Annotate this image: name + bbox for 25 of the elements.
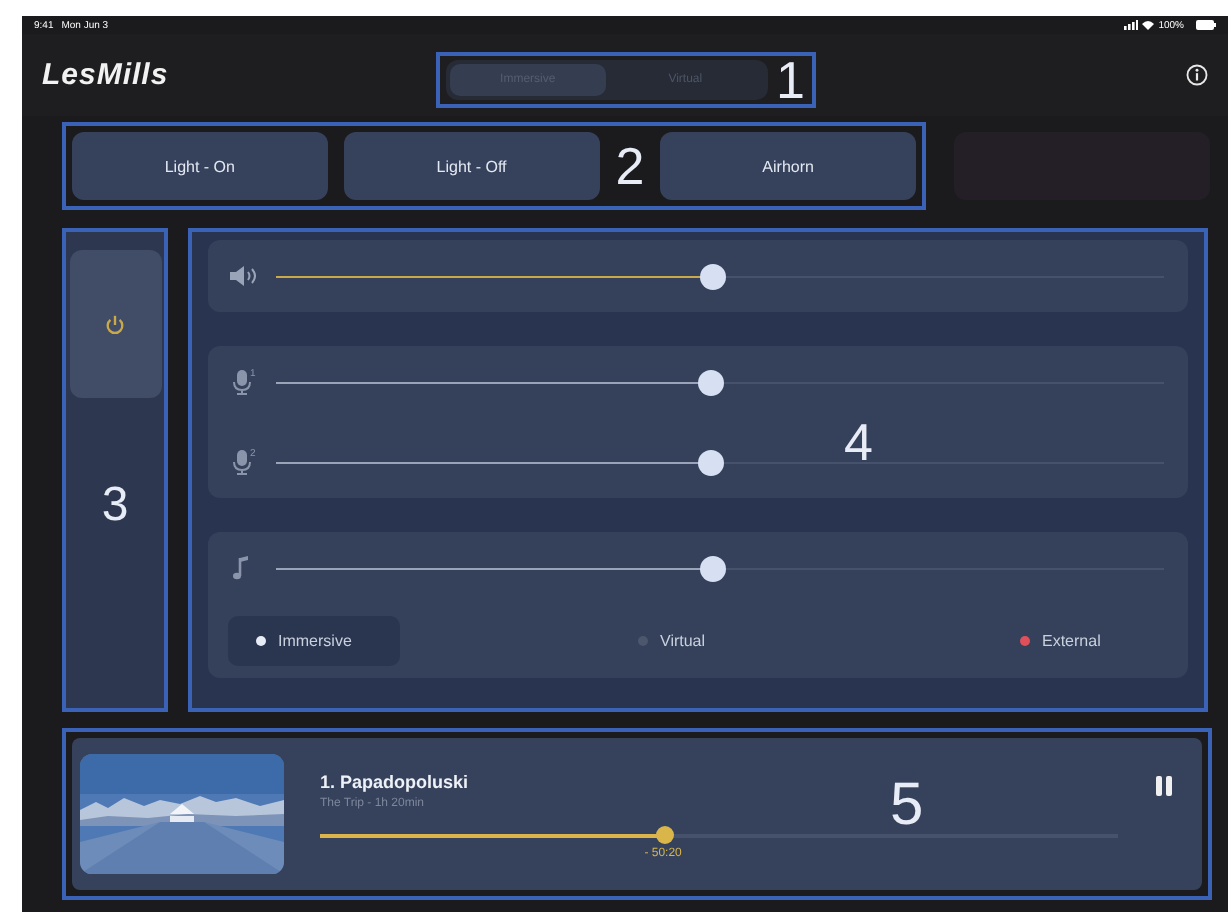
slider-thumb[interactable] [699, 555, 726, 581]
speaker-icon [228, 262, 256, 290]
annotation-number: 3 [101, 482, 129, 530]
action-button[interactable]: Light - Off [343, 132, 600, 200]
slider-thumb[interactable] [698, 449, 725, 475]
annotation-number: 1 [776, 53, 805, 105]
power-icon [104, 313, 126, 335]
source-option[interactable]: Immersive [228, 616, 400, 666]
info-icon[interactable] [1186, 64, 1208, 86]
annotation-number: 2 [615, 140, 645, 192]
signal-icon [1124, 20, 1139, 30]
action-button[interactable]: Light - On [72, 132, 328, 200]
battery-icon [1196, 20, 1216, 30]
slider-thumb[interactable] [699, 263, 726, 289]
logo: LesMills [42, 58, 169, 92]
source-option[interactable]: External [992, 616, 1164, 666]
action-button[interactable]: Airhorn [660, 132, 916, 200]
slider-thumb[interactable] [698, 369, 725, 395]
annotation-number: 4 [844, 416, 873, 468]
annotation-number: 5 [890, 776, 924, 836]
pause-button[interactable] [1154, 774, 1174, 798]
source-option[interactable]: Virtual [610, 616, 782, 666]
wifi-icon [1142, 20, 1155, 30]
track-title: 1. Papadopoluski [320, 772, 471, 792]
progress-thumb[interactable] [655, 826, 674, 844]
